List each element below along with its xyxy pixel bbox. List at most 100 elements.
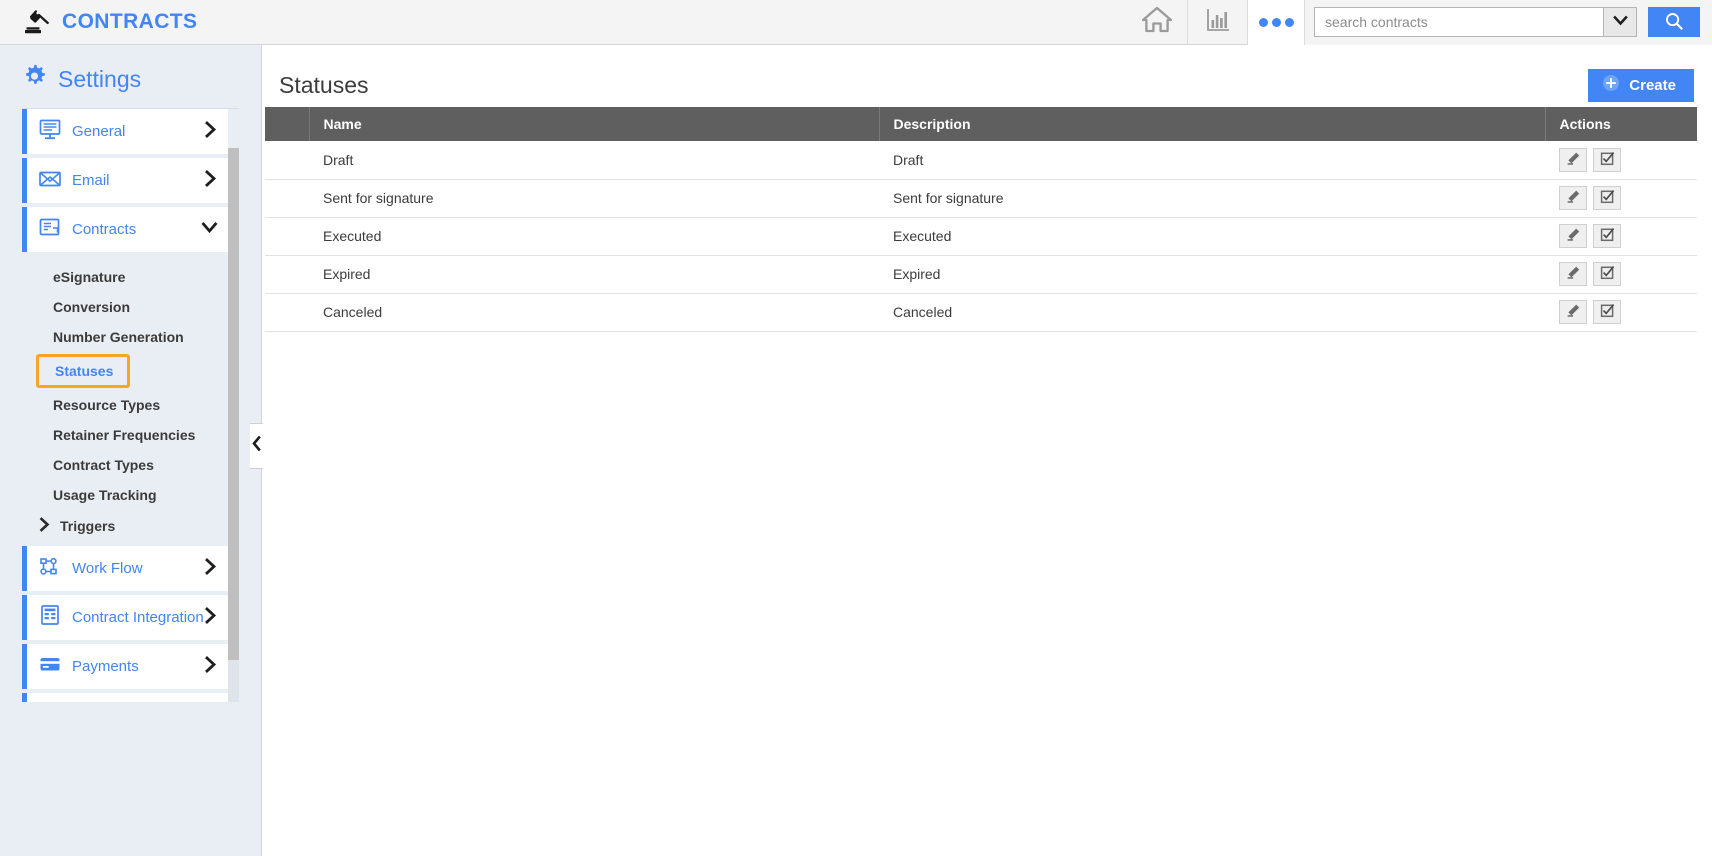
cell-description: Executed <box>879 217 1545 256</box>
checkbox-checked-icon <box>1600 189 1615 207</box>
sidebar-subitem-resource-types[interactable]: Resource Types <box>22 390 228 420</box>
create-button[interactable]: Create <box>1588 68 1694 102</box>
page-title: Statuses <box>279 71 369 98</box>
sidebar-subitem-conversion[interactable]: Conversion <box>22 292 228 322</box>
checkbox-checked-icon <box>1600 265 1615 283</box>
sidebar-subitem-number-generation[interactable]: Number Generation <box>22 322 228 352</box>
more-dots-icon <box>1284 17 1294 27</box>
edit-button[interactable] <box>1559 147 1587 172</box>
chevron-right-icon <box>204 606 218 629</box>
gavel-icon <box>22 9 52 35</box>
cell-name: Canceled <box>309 293 879 332</box>
cell-name: Expired <box>309 255 879 294</box>
sidebar-collapse-handle[interactable] <box>250 423 264 469</box>
contracts-submenu: eSignature Conversion Number Generation … <box>22 256 228 546</box>
select-button[interactable] <box>1593 186 1621 210</box>
chevron-down-icon <box>201 221 218 239</box>
edit-button[interactable] <box>1559 262 1587 286</box>
cell-name: Draft <box>309 141 879 180</box>
sidebar-subitem-label: Triggers <box>60 518 116 534</box>
table-row[interactable]: Draft Draft <box>265 141 1697 180</box>
sidebar-item-email[interactable]: Email <box>22 158 228 203</box>
chevron-right-icon <box>204 655 218 678</box>
sidebar-subitem-usage-tracking[interactable]: Usage Tracking <box>22 480 228 510</box>
sidebar-item-label: General <box>72 122 126 140</box>
edit-button[interactable] <box>1559 300 1587 324</box>
cell-description: Draft <box>879 141 1545 180</box>
select-button[interactable] <box>1593 224 1621 248</box>
table-row[interactable]: Sent for signature Sent for signature <box>265 179 1697 218</box>
select-button[interactable] <box>1593 300 1621 324</box>
more-options-button[interactable] <box>1247 0 1305 45</box>
chevron-right-icon <box>39 517 51 535</box>
column-header-actions: Actions <box>1545 107 1697 141</box>
chevron-right-icon <box>204 557 218 580</box>
column-header-description[interactable]: Description <box>879 107 1546 141</box>
row-select-cell[interactable] <box>265 255 309 294</box>
checkbox-checked-icon <box>1600 303 1615 321</box>
checkbox-checked-icon <box>1600 227 1615 245</box>
sidebar-item-contracts[interactable]: Contracts <box>22 207 228 252</box>
search-area <box>1305 0 1712 45</box>
table-body: Draft Draft Sent for signature Sent for … <box>265 141 1697 332</box>
sidebar-item-label: Contract Integration <box>72 608 204 626</box>
pencil-icon <box>1566 189 1581 207</box>
sidebar-scrollbar[interactable] <box>228 148 239 702</box>
sidebar-item-general[interactable]: General <box>22 109 228 154</box>
sidebar-scrollbar-thumb[interactable] <box>228 148 239 660</box>
cell-description: Expired <box>879 255 1545 294</box>
sidebar-header: Settings <box>0 45 261 108</box>
sidebar-item-work-flow[interactable]: Work Flow <box>22 546 228 591</box>
search-box <box>1314 7 1637 37</box>
table-row[interactable]: Canceled Canceled <box>265 293 1697 332</box>
statuses-table: Name Description Actions Draft Draft Sen… <box>265 107 1697 332</box>
row-select-cell[interactable] <box>265 179 309 218</box>
sidebar-subitem-esignature[interactable]: eSignature <box>22 262 228 292</box>
settings-sidebar: Settings General Email Contracts eSignat… <box>0 45 262 856</box>
brand[interactable]: CONTRACTS <box>0 9 197 35</box>
sidebar-item-payments[interactable]: Payments <box>22 644 228 689</box>
edit-button[interactable] <box>1559 224 1587 248</box>
top-app-bar: CONTRACTS <box>0 0 1712 45</box>
cell-name: Sent for signature <box>309 179 879 218</box>
table-row[interactable]: Expired Expired <box>265 255 1697 294</box>
chevron-right-icon <box>204 120 218 143</box>
row-select-cell[interactable] <box>265 293 309 332</box>
search-input[interactable] <box>1315 8 1603 36</box>
sidebar-item-contract-integration[interactable]: Contract Integration <box>22 595 228 640</box>
gear-icon <box>22 64 47 94</box>
contract-document-icon <box>38 217 62 243</box>
brand-title: CONTRACTS <box>62 10 198 33</box>
table-header-row: Name Description Actions <box>265 107 1697 141</box>
cell-actions <box>1545 293 1697 332</box>
table-header: Name Description Actions <box>265 107 1697 141</box>
home-button[interactable] <box>1127 0 1187 44</box>
more-dots-icon <box>1258 17 1268 27</box>
home-icon <box>1141 6 1173 38</box>
sidebar-subitem-retainer-frequencies[interactable]: Retainer Frequencies <box>22 420 228 450</box>
reports-button[interactable] <box>1187 0 1247 44</box>
row-select-cell[interactable] <box>265 141 309 180</box>
chevron-down-icon <box>1612 13 1628 31</box>
search-submit-button[interactable] <box>1648 7 1700 37</box>
sidebar-subitem-statuses[interactable]: Statuses <box>36 354 131 388</box>
main-content: Statuses Create Name Description Actions <box>263 45 1712 856</box>
row-select-cell[interactable] <box>265 217 309 256</box>
edit-button[interactable] <box>1559 186 1587 210</box>
sidebar-title: Settings <box>58 65 142 92</box>
select-button[interactable] <box>1593 262 1621 286</box>
table-row[interactable]: Executed Executed <box>265 217 1697 256</box>
integration-form-icon <box>38 604 62 631</box>
create-button-label: Create <box>1629 76 1676 94</box>
cell-name: Executed <box>309 217 879 256</box>
sidebar-item-label: Email <box>72 171 110 189</box>
sidebar-nav: General Email Contracts eSignature Conve… <box>22 108 239 762</box>
search-scope-dropdown[interactable] <box>1603 8 1636 36</box>
sidebar-subitem-triggers[interactable]: Triggers <box>22 510 228 542</box>
column-header-name[interactable]: Name <box>309 107 880 141</box>
sidebar-subitem-contract-types[interactable]: Contract Types <box>22 450 228 480</box>
sidebar-item-label: Payments <box>72 657 139 675</box>
cell-description: Canceled <box>879 293 1545 332</box>
sidebar-item-partial[interactable] <box>22 693 228 702</box>
select-button[interactable] <box>1593 147 1621 172</box>
